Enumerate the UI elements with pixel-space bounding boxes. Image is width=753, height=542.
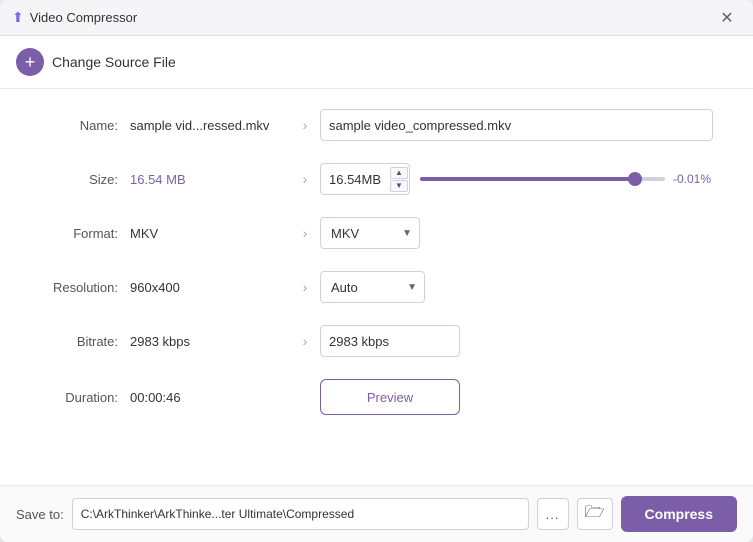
format-row: Format: MKV › MKV MP4 AVI MOV ▼	[40, 217, 713, 249]
resolution-select-wrap: Auto 1920x1080 1280x720 960x400 640x360 …	[320, 271, 425, 303]
save-to-label: Save to:	[16, 507, 64, 522]
app-window: ⬆ Video Compressor ✕ + Change Source Fil…	[0, 0, 753, 542]
app-icon: ⬆	[12, 9, 24, 26]
plus-icon: +	[16, 48, 44, 76]
folder-icon: 🗁	[585, 501, 605, 528]
bitrate-arrow-icon: ›	[290, 333, 320, 349]
duration-label: Duration:	[40, 390, 130, 405]
bitrate-row: Bitrate: 2983 kbps ›	[40, 325, 713, 357]
size-spin-down[interactable]: ▼	[390, 180, 408, 192]
size-slider-wrap: -0.01%	[420, 172, 713, 186]
size-slider[interactable]	[420, 177, 665, 181]
resolution-select[interactable]: Auto 1920x1080 1280x720 960x400 640x360	[320, 271, 425, 303]
size-arrow-icon: ›	[290, 171, 320, 187]
size-label: Size:	[40, 172, 130, 187]
size-slider-value: -0.01%	[673, 172, 713, 186]
save-path-input[interactable]	[72, 498, 529, 530]
size-input-wrap: ▲ ▼	[320, 163, 410, 195]
name-output-input[interactable]	[320, 109, 713, 141]
window-title: Video Compressor	[30, 10, 137, 25]
format-label: Format:	[40, 226, 130, 241]
format-arrow-icon: ›	[290, 225, 320, 241]
format-select[interactable]: MKV MP4 AVI MOV	[320, 217, 420, 249]
change-source-button[interactable]: + Change Source File	[16, 48, 176, 76]
more-options-button[interactable]: ...	[537, 498, 569, 530]
footer: Save to: ... 🗁 Compress	[0, 485, 753, 542]
toolbar: + Change Source File	[0, 36, 753, 89]
change-source-label: Change Source File	[52, 54, 176, 70]
title-bar: ⬆ Video Compressor ✕	[0, 0, 753, 36]
resolution-label: Resolution:	[40, 280, 130, 295]
format-select-wrap: MKV MP4 AVI MOV ▼	[320, 217, 420, 249]
resolution-arrow-icon: ›	[290, 279, 320, 295]
bitrate-source-value: 2983 kbps	[130, 334, 290, 349]
size-source-value: 16.54 MB	[130, 172, 290, 187]
name-arrow-icon: ›	[290, 117, 320, 133]
name-label: Name:	[40, 118, 130, 133]
compress-button[interactable]: Compress	[621, 496, 737, 532]
duration-source-value: 00:00:46	[130, 390, 290, 405]
content-area: Name: sample vid...ressed.mkv › Size: 16…	[0, 89, 753, 485]
duration-row: Duration: 00:00:46 › Preview	[40, 379, 713, 415]
resolution-row: Resolution: 960x400 › Auto 1920x1080 128…	[40, 271, 713, 303]
browse-folder-button[interactable]: 🗁	[577, 498, 613, 530]
format-source-value: MKV	[130, 226, 290, 241]
size-row: Size: 16.54 MB › ▲ ▼ -0.01%	[40, 163, 713, 195]
preview-button[interactable]: Preview	[320, 379, 460, 415]
close-button[interactable]: ✕	[713, 4, 741, 32]
size-spin-up[interactable]: ▲	[390, 167, 408, 179]
name-source-value: sample vid...ressed.mkv	[130, 118, 290, 133]
bitrate-output-input[interactable]	[320, 325, 460, 357]
size-controls: ▲ ▼ -0.01%	[320, 163, 713, 195]
name-row: Name: sample vid...ressed.mkv ›	[40, 109, 713, 141]
bitrate-label: Bitrate:	[40, 334, 130, 349]
resolution-source-value: 960x400	[130, 280, 290, 295]
